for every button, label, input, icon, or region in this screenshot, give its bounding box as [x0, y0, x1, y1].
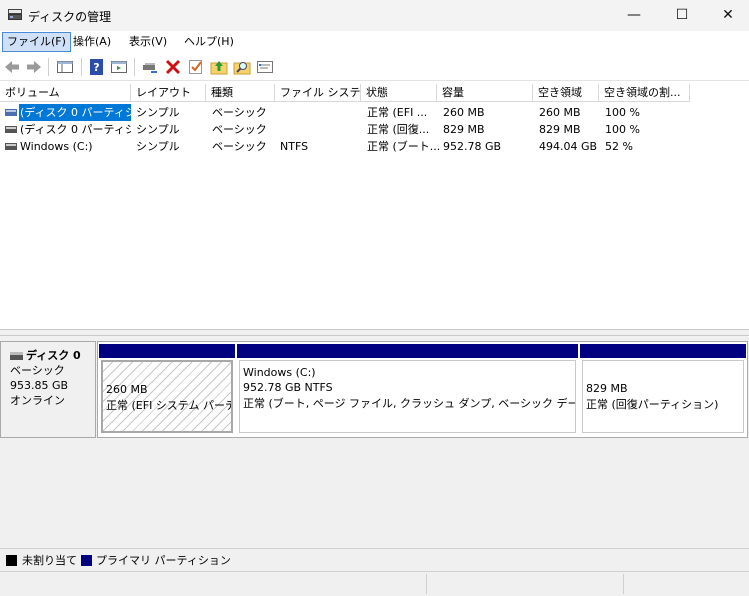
cell-volume: (ディスク 0 パーティシ...	[20, 123, 131, 136]
column-header-capacity[interactable]: 容量	[437, 84, 533, 102]
search-folder-icon[interactable]	[233, 58, 251, 76]
cell-status: 正常 (EFI ...	[367, 106, 428, 119]
maximize-button[interactable]: ☐	[659, 0, 705, 31]
partition-color-bar	[99, 344, 235, 358]
toolbar-separator	[81, 58, 82, 76]
volume-icon	[5, 109, 17, 116]
action-pane-icon[interactable]	[110, 58, 128, 76]
partition-windows[interactable]: Windows (C:) 952.78 GB NTFS 正常 (ブート, ページ…	[237, 342, 578, 437]
window-title: ディスクの管理	[28, 10, 112, 24]
legend-label-unallocated: 未割り当て	[22, 554, 77, 567]
status-pane	[623, 574, 749, 594]
column-header-type[interactable]: 種類	[206, 84, 275, 102]
minimize-button[interactable]: —	[611, 0, 657, 31]
disk-name: ディスク 0	[26, 349, 81, 362]
cell-percent-free: 100 %	[605, 106, 640, 119]
disk-name-row: ディスク 0	[10, 348, 95, 363]
forward-icon[interactable]	[25, 58, 43, 76]
menu-view[interactable]: 表示(V)	[125, 33, 171, 51]
menu-file[interactable]: ファイル(F)	[2, 32, 71, 52]
column-header-free-space[interactable]: 空き領域	[533, 84, 599, 102]
svg-text:?: ?	[93, 61, 99, 74]
partition-status: 正常 (EFI システム パーティション)	[106, 399, 231, 412]
partition-size: 260 MB	[106, 383, 148, 396]
partition-size: 829 MB	[586, 382, 628, 395]
disk-size: 953.85 GB	[10, 379, 69, 392]
column-header-filesystem[interactable]: ファイル システム	[275, 84, 361, 102]
partition-size: 952.78 GB NTFS	[243, 381, 333, 394]
cell-status: 正常 (ブート...	[367, 140, 441, 153]
cell-type: ベーシック	[212, 123, 267, 136]
properties-icon[interactable]	[256, 58, 274, 76]
volume-list: ボリューム レイアウト 種類 ファイル システム 状態 容量 空き領域 空き領域…	[0, 84, 749, 329]
cell-filesystem: NTFS	[280, 140, 309, 153]
cell-capacity: 952.78 GB	[443, 140, 502, 153]
disk-state: オンライン	[10, 394, 65, 407]
close-button[interactable]: ✕	[705, 0, 749, 31]
cell-percent-free: 100 %	[605, 123, 640, 136]
cell-volume: (ディスク 0 パーティシ...	[19, 104, 131, 121]
legend-swatch-unallocated	[6, 555, 17, 566]
legend-swatch-primary	[81, 555, 92, 566]
legend-label-primary: プライマリ パーティション	[96, 554, 231, 567]
cell-capacity: 260 MB	[443, 106, 485, 119]
cell-percent-free: 52 %	[605, 140, 633, 153]
partition-efi[interactable]: 260 MB 正常 (EFI システム パーティション)	[99, 342, 235, 437]
cell-volume: Windows (C:)	[20, 140, 93, 153]
partition-color-bar	[237, 344, 578, 358]
table-row[interactable]: (ディスク 0 パーティシ... シンプル ベーシック 正常 (EFI ... …	[0, 104, 749, 121]
delete-icon[interactable]	[164, 58, 182, 76]
column-header-volume[interactable]: ボリューム	[0, 84, 131, 102]
partition-status: 正常 (ブート, ページ ファイル, クラッシュ ダンプ, ベーシック データ …	[243, 397, 575, 410]
cell-free-space: 494.04 GB	[539, 140, 598, 153]
column-header-layout[interactable]: レイアウト	[131, 84, 206, 102]
help-icon[interactable]: ?	[88, 58, 106, 76]
title-bar: ディスクの管理 — ☐ ✕	[0, 0, 749, 31]
column-header-status[interactable]: 状態	[361, 84, 437, 102]
menu-help[interactable]: ヘルプ(H)	[180, 33, 238, 51]
console-tree-icon[interactable]	[56, 58, 74, 76]
cell-layout: シンプル	[136, 106, 180, 119]
disk-info-panel[interactable]: ディスク 0 ベーシック 953.85 GB オンライン	[0, 341, 96, 438]
toolbar-separator	[134, 58, 135, 76]
cell-capacity: 829 MB	[443, 123, 485, 136]
menu-bar: ファイル(F) 操作(A) 表示(V) ヘルプ(H)	[0, 31, 749, 53]
check-icon[interactable]	[187, 58, 205, 76]
legend-bar: 未割り当て プライマリ パーティション	[0, 548, 749, 571]
pane-splitter[interactable]	[0, 329, 749, 336]
disk-icon	[10, 352, 23, 360]
partition-status: 正常 (回復パーティション)	[586, 398, 719, 411]
cell-type: ベーシック	[212, 106, 267, 119]
disk-graphical-view: ディスク 0 ベーシック 953.85 GB オンライン 260 MB 正常 (…	[0, 336, 749, 548]
cell-layout: シンプル	[136, 123, 180, 136]
up-folder-icon[interactable]	[210, 58, 228, 76]
disk-management-icon	[8, 9, 22, 20]
toolbar: ?	[0, 54, 749, 81]
status-pane	[426, 574, 623, 594]
cell-status: 正常 (回復...	[367, 123, 430, 136]
partition-recovery[interactable]: 829 MB 正常 (回復パーティション)	[580, 342, 746, 437]
partition-body: 829 MB 正常 (回復パーティション)	[582, 360, 744, 433]
back-icon[interactable]	[3, 58, 21, 76]
cell-free-space: 829 MB	[539, 123, 581, 136]
cell-type: ベーシック	[212, 140, 267, 153]
volume-icon	[5, 143, 17, 150]
partition-title: Windows (C:)	[243, 366, 316, 379]
table-row[interactable]: Windows (C:) シンプル ベーシック NTFS 正常 (ブート... …	[0, 138, 749, 155]
menu-action[interactable]: 操作(A)	[69, 33, 115, 51]
partition-color-bar	[580, 344, 746, 358]
column-header-percent-free[interactable]: 空き領域の割...	[599, 84, 690, 102]
toolbar-separator	[48, 58, 49, 76]
cell-layout: シンプル	[136, 140, 180, 153]
partition-map: 260 MB 正常 (EFI システム パーティション) Windows (C:…	[97, 341, 748, 438]
disk-type: ベーシック	[10, 364, 65, 377]
table-row[interactable]: (ディスク 0 パーティシ... シンプル ベーシック 正常 (回復... 82…	[0, 121, 749, 138]
status-bar	[0, 571, 749, 596]
partition-body: Windows (C:) 952.78 GB NTFS 正常 (ブート, ページ…	[239, 360, 576, 433]
partition-body: 260 MB 正常 (EFI システム パーティション)	[101, 360, 233, 433]
cell-free-space: 260 MB	[539, 106, 581, 119]
connect-disk-icon[interactable]	[141, 58, 159, 76]
volume-icon	[5, 126, 17, 133]
